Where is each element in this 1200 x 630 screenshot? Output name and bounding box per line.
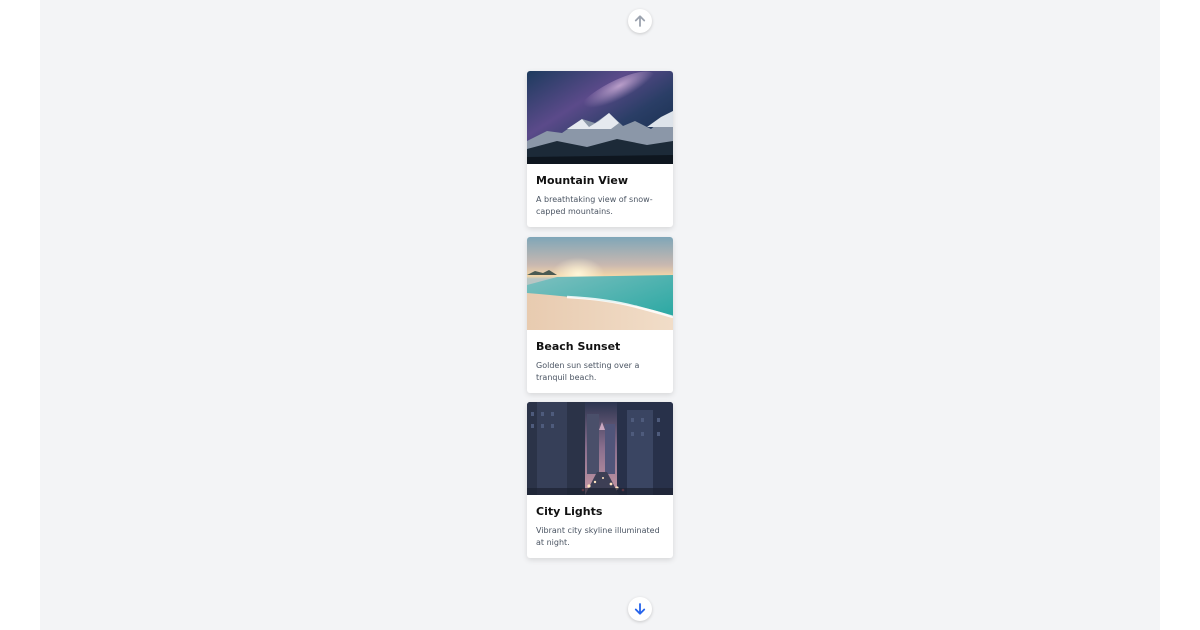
mountain-night-sky-image <box>527 71 673 164</box>
scroll-up-button[interactable] <box>628 9 652 33</box>
card-title: City Lights <box>536 505 603 518</box>
arrow-up-icon <box>634 15 646 27</box>
beach-sunset-image <box>527 237 673 330</box>
carousel-stage: Mountain View A breathtaking view of sno… <box>40 0 1160 630</box>
card-title: Beach Sunset <box>536 340 621 353</box>
arrow-down-icon <box>634 603 646 615</box>
card-title: Mountain View <box>536 174 628 187</box>
card-description: A breathtaking view of snow-capped mount… <box>536 195 653 216</box>
scroll-down-button[interactable] <box>628 597 652 621</box>
card-description: Golden sun setting over a tranquil beach… <box>536 361 640 382</box>
card-city-lights[interactable]: City Lights Vibrant city skyline illumin… <box>527 402 673 558</box>
card-beach-sunset[interactable]: Beach Sunset Golden sun setting over a t… <box>527 237 673 393</box>
card-description: Vibrant city skyline illuminated at nigh… <box>536 526 660 547</box>
city-street-night-image <box>527 402 673 495</box>
card-mountain-view[interactable]: Mountain View A breathtaking view of sno… <box>527 71 673 227</box>
